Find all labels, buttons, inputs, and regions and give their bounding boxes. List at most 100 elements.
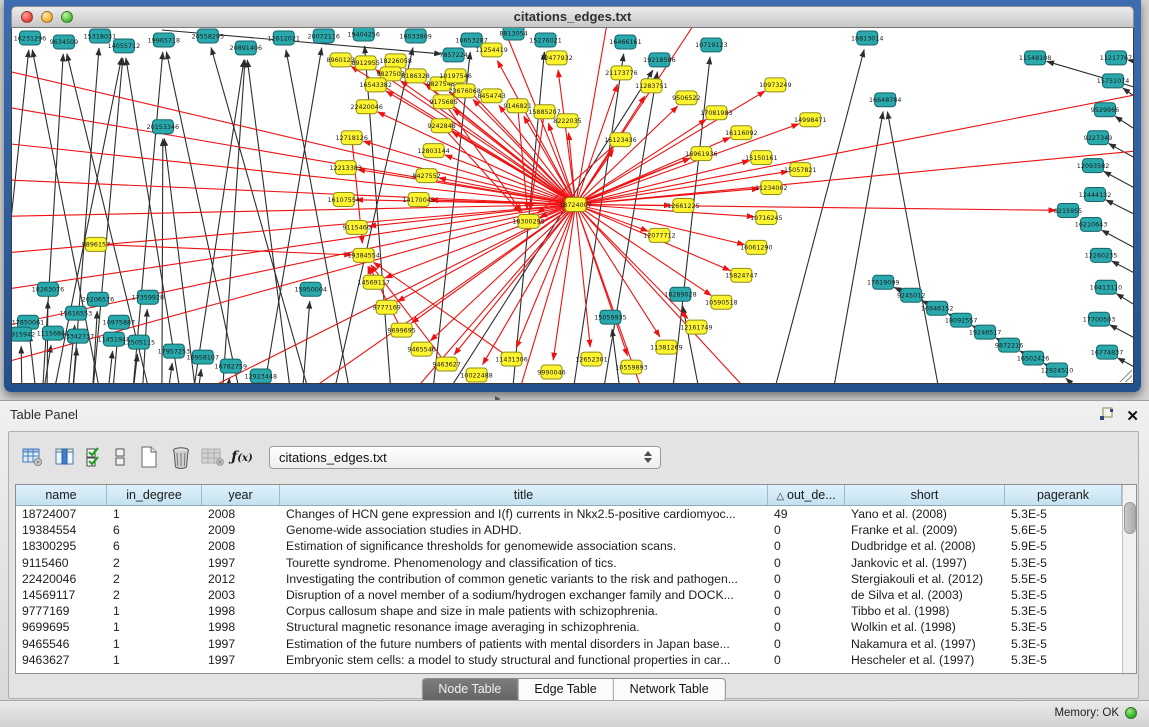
graph-node[interactable]: 9463627 <box>432 357 460 371</box>
cell-pagerank[interactable]: 5.3E-5 <box>1005 652 1122 668</box>
cell-out-de-[interactable]: 0 <box>768 571 845 587</box>
cell-pagerank[interactable]: 5.3E-5 <box>1005 619 1122 635</box>
cell-name[interactable]: 18300295 <box>16 538 107 554</box>
column-header-pagerank[interactable]: pagerank <box>1005 485 1122 505</box>
cell-in-degree[interactable]: 2 <box>107 555 202 571</box>
cell-year[interactable]: 1997 <box>202 636 280 652</box>
graph-node[interactable]: 9175685 <box>429 95 457 109</box>
cell-title[interactable]: Structural magnetic resonance image aver… <box>280 619 768 635</box>
table-row[interactable]: 969969511998Structural magnetic resonanc… <box>16 619 1122 635</box>
graph-node[interactable]: 10413110 <box>1090 280 1122 294</box>
cell-pagerank[interactable]: 5.6E-5 <box>1005 522 1122 538</box>
graph-node[interactable]: 16782759 <box>215 359 247 373</box>
graph-node[interactable]: 14170045 <box>402 193 434 207</box>
cell-out-de-[interactable]: 0 <box>768 603 845 619</box>
cell-short[interactable]: Nakamura et al. (1997) <box>845 636 1005 652</box>
tab-network-table[interactable]: Network Table <box>613 679 725 701</box>
graph-node[interactable]: 15950004 <box>294 282 326 296</box>
graph-node[interactable]: 12612021 <box>268 31 300 45</box>
close-panel-icon[interactable]: ✕ <box>1126 410 1139 424</box>
graph-node[interactable]: 10719123 <box>695 38 727 52</box>
cell-short[interactable]: Franke et al. (2009) <box>845 522 1005 538</box>
graph-node[interactable]: 19965718 <box>148 33 180 47</box>
table-row[interactable]: 1872400712008Changes of HCN gene express… <box>16 506 1122 522</box>
cell-name[interactable]: 18724007 <box>16 506 107 522</box>
graph-node[interactable]: 10022488 <box>460 368 492 382</box>
cell-out-de-[interactable]: 0 <box>768 538 845 554</box>
cell-title[interactable]: Genome-wide association studies in ADHD. <box>280 522 768 538</box>
graph-node[interactable]: 8222035 <box>553 114 581 128</box>
graph-node[interactable]: 17700503 <box>1083 312 1115 326</box>
cell-in-degree[interactable]: 2 <box>107 587 202 603</box>
cell-pagerank[interactable]: 5.5E-5 <box>1005 571 1122 587</box>
cell-title[interactable]: Investigating the contribution of common… <box>280 571 768 587</box>
graph-node[interactable]: 9227349 <box>1084 131 1112 145</box>
graph-node[interactable]: 12477932 <box>540 51 572 65</box>
graph-node[interactable]: 15059935 <box>594 310 626 324</box>
cell-title[interactable]: Embryonic stem cells: a model to study s… <box>280 652 768 668</box>
graph-node[interactable]: 12652301 <box>575 352 607 366</box>
cell-in-degree[interactable]: 1 <box>107 506 202 522</box>
cell-out-de-[interactable]: 0 <box>768 587 845 603</box>
column-checklist-icon[interactable] <box>81 441 107 473</box>
graph-node[interactable]: 15123436 <box>604 133 636 147</box>
tab-edge-table[interactable]: Edge Table <box>517 679 612 701</box>
table-row[interactable]: 946362711997Embryonic stem cells: a mode… <box>16 652 1122 668</box>
graph-node[interactable]: 9115460 <box>342 220 370 234</box>
graph-node[interactable]: 19218586 <box>643 53 675 67</box>
graph-node[interactable]: 8215955 <box>1054 204 1082 218</box>
graph-node[interactable]: 10559893 <box>615 360 647 374</box>
minimize-window-icon[interactable] <box>41 11 53 23</box>
graph-node[interactable]: 15057821 <box>784 163 816 177</box>
cell-name[interactable]: 9465546 <box>16 636 107 652</box>
graph-node[interactable]: 16061290 <box>740 240 772 254</box>
graph-node[interactable]: 16033809 <box>399 29 431 43</box>
cell-year[interactable]: 1997 <box>202 555 280 571</box>
cell-in-degree[interactable]: 1 <box>107 603 202 619</box>
graph-node[interactable]: 15150161 <box>745 151 777 165</box>
new-column-icon[interactable] <box>133 441 165 473</box>
column-header-short[interactable]: short <box>845 485 1005 505</box>
cell-short[interactable]: Stergiakouli et al. (2012) <box>845 571 1005 587</box>
graph-node[interactable]: 9529966 <box>1091 103 1119 117</box>
cell-in-degree[interactable]: 6 <box>107 538 202 554</box>
cell-out-de-[interactable]: 0 <box>768 619 845 635</box>
cell-title[interactable]: Estimation of significance thresholds fo… <box>280 538 768 554</box>
graph-node[interactable]: 17081983 <box>700 106 732 120</box>
cell-pagerank[interactable]: 5.3E-5 <box>1005 636 1122 652</box>
graph-node[interactable]: 14998471 <box>794 113 826 127</box>
table-scrollbar[interactable] <box>1122 485 1136 673</box>
cell-short[interactable]: Jankovic et al. (1997) <box>845 555 1005 571</box>
cell-out-de-[interactable]: 49 <box>768 506 845 522</box>
cell-in-degree[interactable]: 1 <box>107 652 202 668</box>
cell-year[interactable]: 2008 <box>202 538 280 554</box>
cell-out-de-[interactable]: 0 <box>768 652 845 668</box>
table-selector-dropdown[interactable]: citations_edges.txt <box>269 446 661 469</box>
graph-node[interactable]: 18092557 <box>945 313 977 327</box>
column-header-name[interactable]: name <box>16 485 107 505</box>
graph-node[interactable]: 9634509 <box>50 35 78 49</box>
graph-node[interactable]: 8813054 <box>499 28 527 40</box>
graph-node[interactable]: 15751074 <box>1097 74 1129 88</box>
network-canvas[interactable]: 16231296 9634509 15318031 14055712 19965… <box>11 28 1134 384</box>
cell-year[interactable]: 1998 <box>202 619 280 635</box>
graph-node[interactable]: 16210643 <box>1075 217 1107 231</box>
cell-year[interactable]: 2009 <box>202 522 280 538</box>
graph-node[interactable]: 16231296 <box>14 31 46 45</box>
delete-column-icon[interactable] <box>165 441 197 473</box>
column-header-out-de-[interactable]: △out_de... <box>768 485 845 505</box>
cell-short[interactable]: Hescheler et al. (1997) <box>845 652 1005 668</box>
cell-title[interactable]: Estimation of the future numbers of pati… <box>280 636 768 652</box>
graph-node[interactable]: 12661225 <box>667 199 699 213</box>
cell-out-de-[interactable]: 0 <box>768 636 845 652</box>
graph-node[interactable]: 9245012 <box>897 288 925 302</box>
graph-node[interactable]: 15318031 <box>84 29 116 43</box>
window-titlebar[interactable]: citations_edges.txt <box>11 6 1134 28</box>
graph-node[interactable]: 20072116 <box>307 29 339 43</box>
graph-node[interactable]: 10975887 <box>103 315 135 329</box>
cell-short[interactable]: Tibbo et al. (1998) <box>845 603 1005 619</box>
cell-name[interactable]: 9777169 <box>16 603 107 619</box>
graph-node[interactable]: 10716245 <box>750 210 782 224</box>
graph-node[interactable]: 16946152 <box>921 301 953 315</box>
graph-node[interactable]: 21173776 <box>605 66 637 80</box>
